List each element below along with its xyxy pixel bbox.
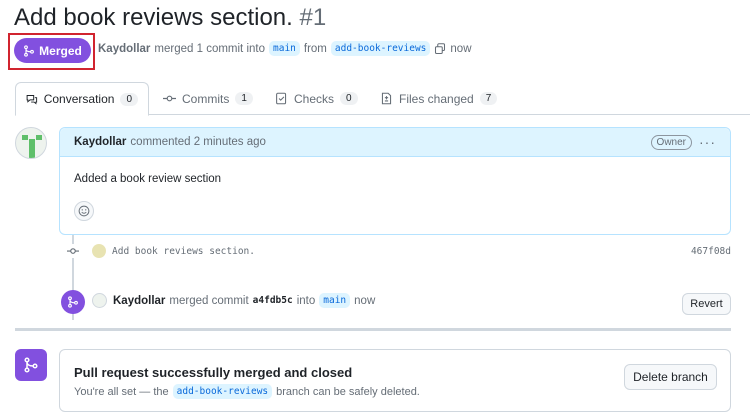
pr-title: Add book reviews section.	[14, 4, 293, 31]
merge-sub-suffix: branch can be safely deleted.	[276, 385, 420, 398]
commit-sha[interactable]: 467f08d	[691, 246, 731, 257]
comment-body: Added a book review section	[74, 173, 222, 185]
tab-label: Commits	[182, 91, 230, 106]
tab-label: Conversation	[43, 92, 115, 106]
comment-header: Kaydollar commented 2 minutes ago Owner …	[60, 128, 730, 157]
tab-count: 1	[235, 92, 253, 105]
tab-count: 0	[120, 92, 138, 106]
kebab-menu-icon[interactable]: ···	[699, 134, 716, 150]
merge-action: merged commit	[169, 294, 249, 307]
git-commit-icon	[163, 95, 176, 102]
merge-status-title: Pull request successfully merged and clo…	[74, 365, 353, 380]
file-diff-icon	[381, 92, 392, 105]
tab-count: 7	[479, 92, 498, 105]
comment-box: Kaydollar commented 2 minutes ago Owner …	[59, 127, 731, 235]
copy-icon[interactable]	[434, 42, 446, 55]
comment-action[interactable]: commented 2 minutes ago	[130, 136, 266, 148]
revert-button[interactable]: Revert	[682, 293, 731, 315]
tab-label: Checks	[294, 91, 335, 106]
commit-message[interactable]: Add book reviews section.	[112, 246, 255, 257]
git-merge-icon	[15, 349, 47, 381]
tab-conversation[interactable]: Conversation 0	[15, 82, 149, 116]
author-link[interactable]: Kaydollar	[98, 43, 150, 55]
page-title: Add book reviews section. #1	[14, 4, 326, 32]
tab-files-changed[interactable]: Files changed 7	[370, 82, 507, 115]
avatar[interactable]	[15, 127, 47, 159]
tab-count: 0	[340, 92, 358, 105]
git-merge-icon	[24, 44, 35, 57]
avatar[interactable]	[92, 293, 107, 308]
pr-number: #1	[299, 4, 327, 31]
merge-status-box: Pull request successfully merged and clo…	[59, 349, 731, 412]
comment-author[interactable]: Kaydollar	[74, 136, 126, 148]
delete-branch-button[interactable]: Delete branch	[624, 364, 717, 390]
commit-row: Add book reviews section. 467f08d	[66, 243, 731, 259]
git-merge-icon	[61, 290, 85, 314]
identicon-icon	[22, 135, 42, 158]
git-commit-icon	[66, 244, 80, 258]
merge-time[interactable]: now	[354, 295, 375, 307]
merge-into: into	[296, 294, 316, 307]
head-branch[interactable]: add-book-reviews	[330, 41, 431, 56]
merge-time: now	[450, 42, 472, 55]
merge-sha[interactable]: a4fdb5c	[253, 295, 293, 306]
merge-status-subtitle: You're all set — the add-book-reviews br…	[74, 384, 420, 399]
merged-label: Merged	[39, 43, 82, 58]
avatar[interactable]	[92, 244, 106, 258]
base-branch[interactable]: main	[269, 41, 300, 56]
divider	[15, 328, 731, 331]
smiley-icon	[78, 205, 90, 217]
from-text: from	[303, 42, 327, 55]
add-reaction-button[interactable]	[74, 201, 94, 221]
checklist-icon	[276, 92, 287, 105]
merge-text: merged 1 commit into	[154, 42, 265, 55]
merge-branch[interactable]: main	[319, 293, 351, 308]
tab-commits[interactable]: Commits 1	[153, 82, 263, 115]
pr-meta: Kaydollar merged 1 commit into main from…	[98, 41, 472, 56]
owner-badge: Owner	[650, 135, 692, 150]
merge-user[interactable]: Kaydollar	[113, 295, 165, 307]
tab-checks[interactable]: Checks 0	[265, 82, 368, 115]
tab-label: Files changed	[399, 91, 474, 106]
comment-discussion-icon	[26, 94, 38, 105]
head-branch[interactable]: add-book-reviews	[172, 384, 273, 399]
pr-tabs: Conversation 0 Commits 1 Checks 0 Files …	[15, 82, 750, 116]
merge-sub-prefix: You're all set — the	[74, 385, 169, 398]
merged-state-badge: Merged	[14, 38, 91, 63]
merge-event: Kaydollar merged commit a4fdb5c into mai…	[92, 293, 375, 308]
